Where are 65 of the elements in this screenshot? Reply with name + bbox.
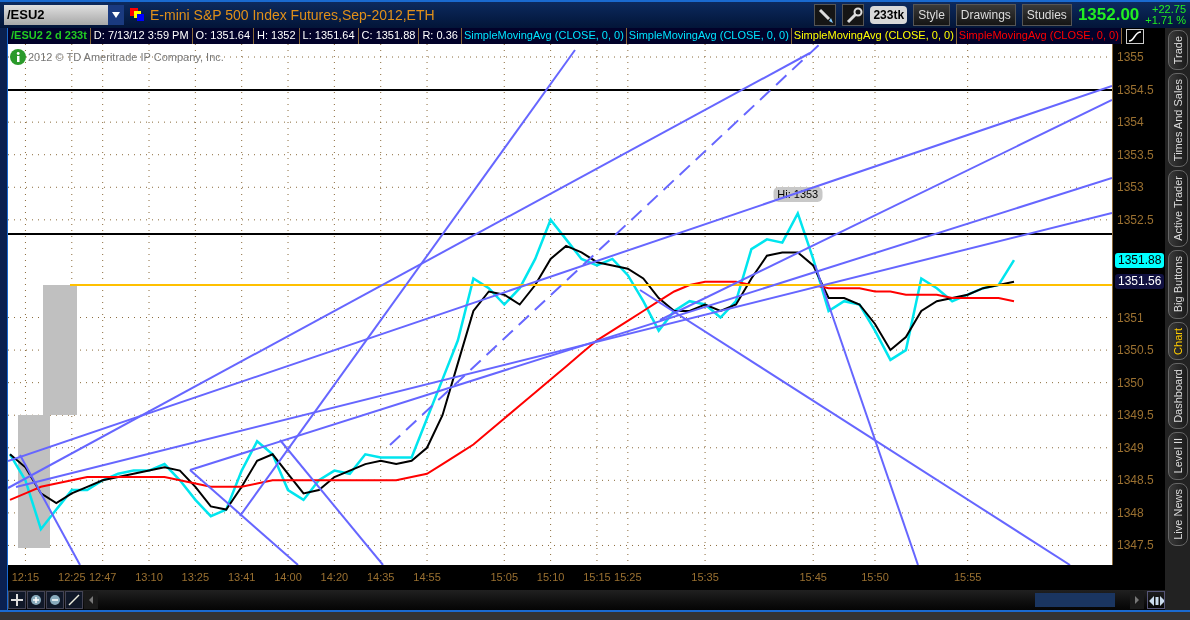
scroll-right-icon[interactable] (1130, 591, 1144, 609)
axis-label: 1353.5 (1117, 147, 1154, 162)
axis-label: 14:55 (413, 570, 441, 584)
zoom-in-icon[interactable] (27, 591, 45, 609)
axis-label: 13:25 (181, 570, 210, 584)
last-price: 1352.00 (1077, 4, 1140, 27)
crosshair-icon[interactable] (8, 591, 26, 609)
axis-label: 1348 (1117, 505, 1144, 520)
axis-label: 15:50 (861, 570, 889, 584)
axis-label: 1354.5 (1117, 82, 1154, 97)
side-tab[interactable]: Trade (1167, 30, 1188, 71)
side-tab[interactable]: Big Buttons (1167, 250, 1188, 319)
scrollbar-thumb[interactable] (1035, 593, 1115, 607)
axis-label: 12:47 (88, 570, 117, 584)
axis-label: 1355 (1117, 50, 1144, 64)
side-tab[interactable]: Live News (1167, 482, 1188, 546)
axis-label: 14:00 (274, 570, 302, 584)
axis-label: 15:25 (614, 570, 642, 584)
info-icon[interactable] (10, 49, 26, 66)
axis-label: 15:35 (691, 570, 719, 584)
toolbar-button[interactable]: Studies (1021, 4, 1072, 26)
axis-label: 15:10 (536, 570, 565, 584)
side-tab[interactable]: Active Trader (1167, 170, 1188, 248)
side-tab[interactable]: Level II (1167, 432, 1188, 480)
fit-icon[interactable] (1147, 591, 1165, 609)
axis-label: 1353 (1117, 180, 1144, 195)
axis-label: 1347.5 (1117, 538, 1154, 553)
price-bubble: 1351.56 (1115, 274, 1165, 289)
axis-label: 1350.5 (1117, 343, 1154, 358)
toolbar-button[interactable]: Style (913, 4, 950, 26)
axis-label: 1348.5 (1117, 473, 1154, 488)
side-tab[interactable]: Dashboard (1167, 363, 1188, 430)
symbol-field[interactable]: /ESU2 (4, 5, 124, 25)
axis-label: 1349 (1117, 440, 1144, 455)
axis-label: 14:35 (366, 570, 395, 584)
dropdown-icon[interactable] (108, 5, 124, 25)
axis-label: 1352.5 (1117, 212, 1154, 227)
axis-label: 15:15 (583, 570, 611, 584)
axis-label: 12:25 (58, 570, 86, 584)
axis-label: 13:10 (135, 570, 163, 584)
copyright-notice: 2012 © TD Ameritrade IP Company, Inc. (28, 50, 224, 65)
axis-label: 1349.5 (1117, 408, 1154, 423)
instrument-title: E-mini S&P 500 Index Futures,Sep-2012,ETH (150, 5, 435, 25)
axis-label: 13:41 (227, 570, 256, 584)
curve-icon[interactable] (1125, 28, 1144, 44)
price-bubble: 1351.88 (1115, 253, 1165, 268)
side-tab[interactable]: Chart (1167, 321, 1188, 361)
axis-label: 1354 (1117, 115, 1144, 130)
squares-icon[interactable] (130, 8, 144, 22)
net-change: +22.75 (1152, 4, 1186, 15)
side-tab[interactable]: Times And Sales (1167, 73, 1188, 168)
pencil-icon[interactable] (814, 4, 837, 26)
scroll-left-icon[interactable] (84, 591, 98, 609)
axis-label: 12:15 (11, 570, 40, 584)
axis-label: 1350 (1117, 375, 1144, 390)
axis-label: 15:05 (490, 570, 519, 584)
axis-label: 1351 (1117, 310, 1144, 325)
axis-label: 15:55 (953, 570, 982, 584)
line-tool-icon[interactable] (65, 591, 83, 609)
percent-change: +1.71 % (1145, 15, 1186, 26)
axis-label: 15:45 (799, 570, 827, 584)
toolbar-button[interactable]: Drawings (955, 4, 1016, 26)
axis-label: 14:20 (320, 570, 349, 584)
aggregation-badge[interactable]: 233tk (870, 6, 908, 24)
zoom-out-icon[interactable] (46, 591, 64, 609)
